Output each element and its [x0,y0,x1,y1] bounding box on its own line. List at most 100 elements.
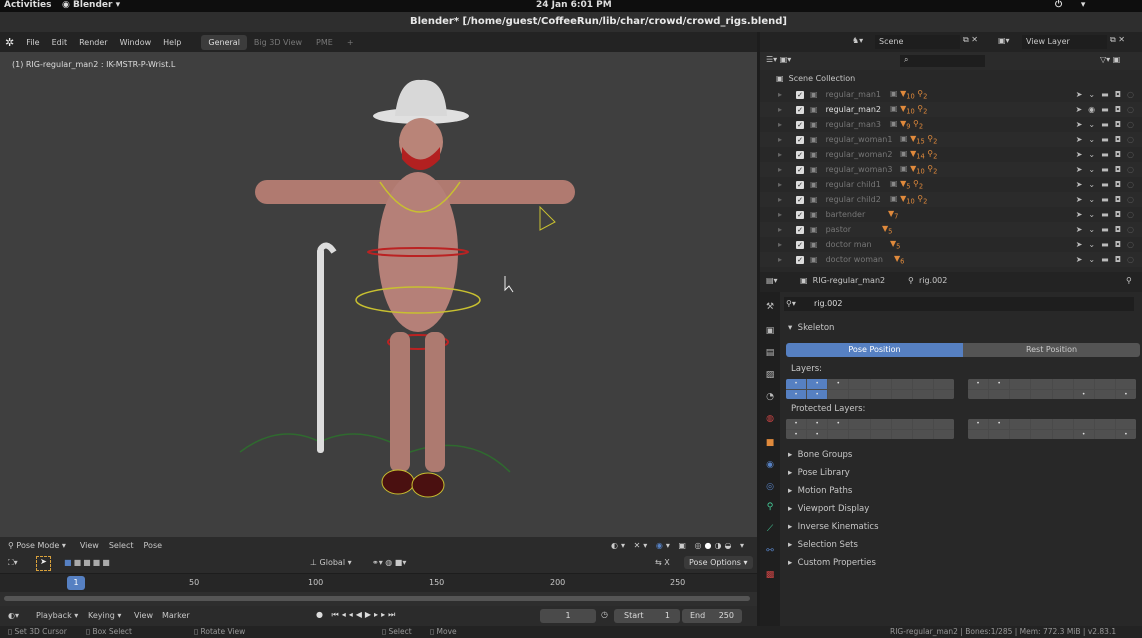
shading-buttons[interactable]: ◐▾ ✕▾ ◉▾ ▣ ◎●◑◒ ▾ [611,541,747,550]
viewport-icon[interactable]: ▬ [1101,120,1109,129]
scene-collection[interactable]: ▣ Scene Collection [776,74,855,83]
character-rig-render[interactable] [0,52,757,537]
menu-render[interactable]: Render [73,38,113,47]
skeleton-panel-header[interactable]: ▾ Skeleton [788,323,834,333]
render-icon[interactable]: ◘ [1115,90,1121,99]
render-icon[interactable]: ◘ [1115,150,1121,159]
panel-viewport-display[interactable]: ▸ Viewport Display [788,504,869,514]
visibility-toggles[interactable]: ➤ ⌄ ▬ ◘ ○ [1076,120,1134,129]
outliner-row[interactable]: ▸ ✓ ▣ regular_man3 ▣ ▼9 ⚲2 ➤ ⌄ ▬ ◘ ○ [760,117,1142,132]
menu-playback[interactable]: Playback ▾ [36,611,78,620]
menu-marker[interactable]: Marker [162,611,190,620]
eye-icon[interactable]: ◉ [1088,105,1095,114]
3d-viewport[interactable]: (1) RIG-regular_man2 : IK-MSTR-P-Wrist.L [0,52,757,537]
outliner-row[interactable]: ▸ ✓ ▣ regular child1 ▣ ▼5 ⚲2 ➤ ⌄ ▬ ◘ ○ [760,177,1142,192]
select-icon[interactable]: ➤ [1076,195,1083,204]
filter-icon[interactable]: ▽▾ ▣ [1100,55,1120,64]
eye-icon[interactable]: ⌄ [1088,135,1095,144]
view-layer-selector[interactable]: View Layer [1022,35,1107,49]
armature-count-badge[interactable]: ▣ ▼5 ⚲2 [890,179,923,191]
eye-icon[interactable]: ⌄ [1088,225,1095,234]
render-icon[interactable]: ◘ [1115,240,1121,249]
viewport-icon[interactable]: ▬ [1101,255,1109,264]
armature-count-badge[interactable]: ▼5 [890,239,900,251]
eye-icon[interactable]: ⌄ [1088,210,1095,219]
clock[interactable]: 24 Jan 6:01 PM [536,0,612,10]
viewport-icon[interactable]: ▬ [1101,180,1109,189]
panel-motion-paths[interactable]: ▸ Motion Paths [788,486,852,496]
render-icon[interactable]: ◘ [1115,135,1121,144]
viewport-icon[interactable]: ▬ [1101,210,1109,219]
view-layer-tab-icon[interactable]: ▨ [764,370,776,382]
holdout-icon[interactable]: ○ [1127,195,1134,204]
panel-pose-library[interactable]: ▸ Pose Library [788,468,850,478]
select-icon[interactable]: ➤ [1076,90,1083,99]
menu-window[interactable]: Window [114,38,158,47]
tab-pme[interactable]: PME [309,35,340,50]
tab-general[interactable]: General [201,34,247,50]
panel-custom-properties[interactable]: ▸ Custom Properties [788,558,876,568]
new-view-layer-icon[interactable]: ⧉ ✕ [1110,35,1125,45]
expand-arrow-icon[interactable]: ▸ [778,120,782,129]
constraint-tab-icon[interactable]: ◎ [764,482,776,494]
editor-type-icon[interactable]: ◐▾ [8,611,19,620]
new-scene-icon[interactable]: ⧉ ✕ [963,35,978,45]
holdout-icon[interactable]: ○ [1127,240,1134,249]
viewport-icon[interactable]: ▬ [1101,225,1109,234]
outliner-row[interactable]: ▸ ✓ ▣ regular_woman3 ▣ ▼10 ⚲2 ➤ ⌄ ▬ ◘ ○ [760,162,1142,177]
expand-arrow-icon[interactable]: ▸ [778,105,782,114]
visibility-toggles[interactable]: ➤ ⌄ ▬ ◘ ○ [1076,210,1134,219]
playback-controls[interactable]: ● ⏮◂◂◀▶▸▸⏭ [316,610,398,620]
modifier-tab-icon[interactable]: ◉ [764,460,776,472]
select-icon[interactable]: ➤ [1076,120,1083,129]
armature-count-badge[interactable]: ▼6 [894,254,904,266]
render-icon[interactable]: ◘ [1115,195,1121,204]
render-icon[interactable]: ◘ [1115,210,1121,219]
visibility-toggles[interactable]: ➤ ⌄ ▬ ◘ ○ [1076,90,1134,99]
exclude-checkbox[interactable]: ✓ [796,255,804,264]
world-tab-icon[interactable]: ◍ [764,414,776,426]
eye-icon[interactable]: ⌄ [1088,120,1095,129]
timeline-ruler[interactable]: 1 50 100 150 200 250 [0,574,757,592]
blender-logo-icon[interactable]: ✲ [0,36,20,49]
eye-icon[interactable]: ⌄ [1088,90,1095,99]
select-icon[interactable]: ➤ [1076,210,1083,219]
object-tab-icon[interactable]: ■ [764,438,776,450]
viewport-icon[interactable]: ▬ [1101,165,1109,174]
menu-keying[interactable]: Keying ▾ [88,611,121,620]
expand-arrow-icon[interactable]: ▸ [778,90,782,99]
tool-tab-icon[interactable]: ⚒ [764,302,776,314]
armature-count-badge[interactable]: ▼5 [882,224,892,236]
start-frame-field[interactable]: Start 1 [614,609,680,623]
bone-tab-icon[interactable]: ⟋ [764,524,776,536]
render-icon[interactable]: ◘ [1115,105,1121,114]
armature-count-badge[interactable]: ▣ ▼10 ⚲2 [900,164,937,176]
holdout-icon[interactable]: ○ [1127,180,1134,189]
render-icon[interactable]: ◘ [1115,165,1121,174]
orientation-dropdown[interactable]: ⊥ Global ▾ [310,558,352,567]
menu-timeline-view[interactable]: View [134,611,153,620]
scene-tab-icon[interactable]: ◔ [764,392,776,404]
select-icon[interactable]: ➤ [1076,150,1083,159]
properties-editor-icon[interactable]: ▤▾ [766,276,778,285]
expand-arrow-icon[interactable]: ▸ [778,225,782,234]
expand-arrow-icon[interactable]: ▸ [778,240,782,249]
holdout-icon[interactable]: ○ [1127,225,1134,234]
eye-icon[interactable]: ⌄ [1088,240,1095,249]
end-frame-field[interactable]: End 250 [682,609,742,623]
output-tab-icon[interactable]: ▤ [764,348,776,360]
collection-name[interactable]: regular_woman1 [826,135,906,144]
view-layer-icon[interactable]: ▣▾ [998,36,1010,45]
armature-count-badge[interactable]: ▣ ▼10 ⚲2 [890,89,927,101]
exclude-checkbox[interactable]: ✓ [796,135,804,144]
pivot-snap-icons[interactable]: ⚭▾ ◍ ■▾ [372,558,406,567]
eye-icon[interactable]: ⌄ [1088,195,1095,204]
stopwatch-icon[interactable]: ◷ [601,610,608,619]
viewport-icon[interactable]: ▬ [1101,105,1109,114]
protected-layers-grid-right[interactable]: • • • • [968,419,1136,439]
mirror-x-toggle[interactable]: ⇆ X [655,558,670,567]
select-icon[interactable]: ➤ [1076,180,1083,189]
visibility-toggles[interactable]: ➤ ◉ ▬ ◘ ○ [1075,105,1134,114]
collection-name[interactable]: pastor [826,225,906,234]
eye-icon[interactable]: ⌄ [1088,180,1095,189]
